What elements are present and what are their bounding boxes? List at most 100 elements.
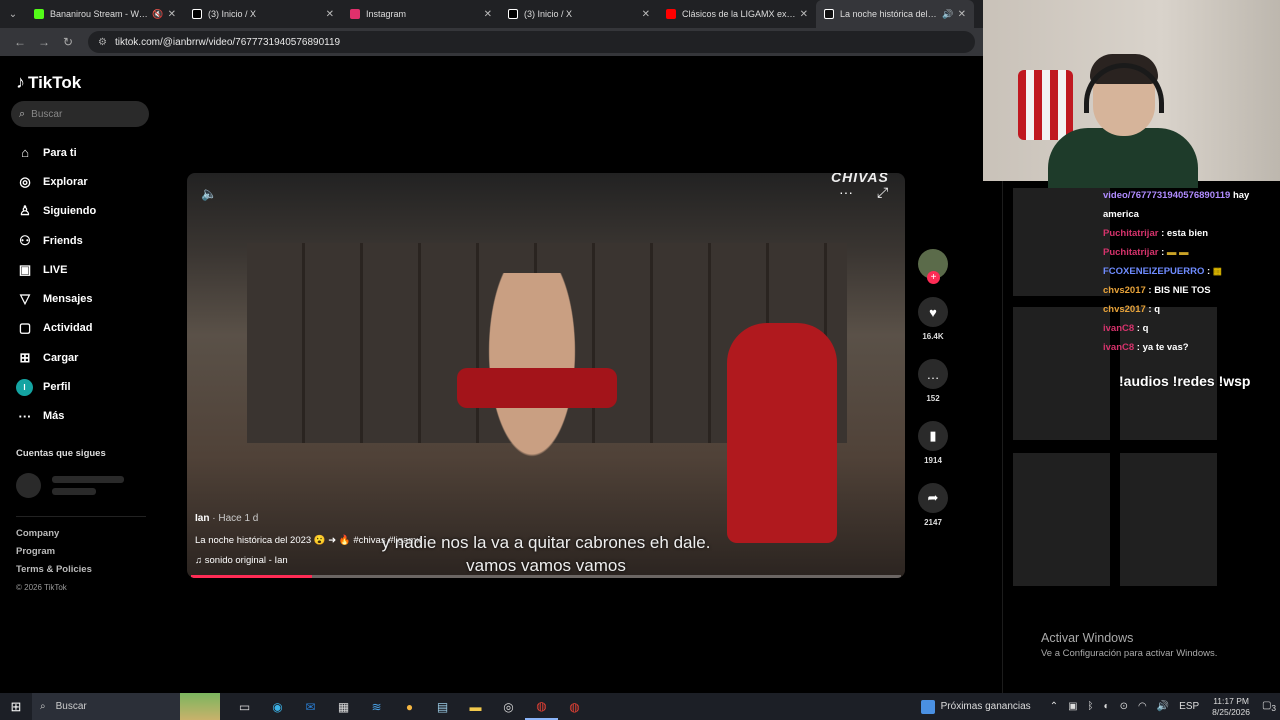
forward-icon[interactable]: → <box>32 35 56 49</box>
reload-icon[interactable]: ↻ <box>56 35 80 49</box>
browser-tab[interactable]: (3) Inicio / X ✕ <box>500 0 658 28</box>
sidebar-item-perfil[interactable]: I Perfil <box>16 372 146 401</box>
bluetooth-icon[interactable]: ᛒ <box>1088 701 1094 712</box>
video-frame-shirt <box>457 368 617 408</box>
home-icon: ⌂ <box>21 145 29 161</box>
tab-close-icon[interactable]: ✕ <box>168 9 176 20</box>
save-button[interactable]: ▮ <box>918 421 948 451</box>
more-icon: ··· <box>18 408 32 424</box>
clock[interactable]: 11:17 PM 8/25/2026 <box>1212 696 1250 718</box>
sidebar-item-actividad[interactable]: ▢ Actividad <box>16 314 146 343</box>
fullscreen-icon[interactable]: ⤢ <box>877 184 888 201</box>
notepad-icon[interactable]: ▤ <box>426 693 459 720</box>
volume-icon[interactable]: 🔊 <box>1157 701 1169 712</box>
like-button[interactable]: ♥ <box>918 297 948 327</box>
browser-tab[interactable]: Clásicos de la LIGAMX explicad ✕ <box>658 0 816 28</box>
browser-tab[interactable]: (3) Inicio / X ✕ <box>184 0 342 28</box>
instagram-favicon-icon <box>350 9 360 19</box>
tab-close-icon[interactable]: ✕ <box>800 9 808 20</box>
taskbar-search[interactable]: ⌕ Buscar <box>32 693 180 720</box>
sidebar-menu: ⌂ Para ti ◎ Explorar ♙ Siguiendo ⚇ Friends ▣… <box>16 138 146 431</box>
browser-tab-active[interactable]: La noche histórica del 2023 🔊 ✕ <box>816 0 974 28</box>
chrome-icon[interactable]: ◍ <box>525 693 558 720</box>
share-button[interactable]: ➦ <box>918 483 948 513</box>
chrome-icon[interactable]: ◍ <box>558 693 591 720</box>
notifications-icon[interactable]: ▢3 <box>1258 700 1280 713</box>
wifi-icon[interactable]: ◠ <box>1138 701 1147 712</box>
language-indicator[interactable]: ESP <box>1179 701 1199 712</box>
video-player[interactable]: CHIVAS 🔈 ··· ⤢ Ian · Hace 1 d La noche h… <box>187 173 905 578</box>
tiktok-logo[interactable]: ♪ TikTok <box>16 72 81 93</box>
chevron-up-icon[interactable]: ⌃ <box>1050 701 1058 712</box>
sidebar-item-friends[interactable]: ⚇ Friends <box>16 226 146 255</box>
video-progress-bar[interactable] <box>191 575 901 578</box>
tab-close-icon[interactable]: ✕ <box>958 9 966 20</box>
site-info-icon[interactable]: ⚙ <box>98 37 107 48</box>
vscode-icon[interactable]: ≋ <box>360 693 393 720</box>
footer-link-company[interactable]: Company <box>16 525 92 543</box>
search-highlight-image[interactable] <box>180 693 220 720</box>
address-bar-row: ← → ↻ ⚙ tiktok.com/@ianbrrw/video/767773… <box>0 28 983 56</box>
sidebar-item-siguiendo[interactable]: ♙ Siguiendo <box>16 197 146 226</box>
volume-icon[interactable]: 🔈 <box>201 186 217 202</box>
creator-avatar[interactable]: + <box>918 249 948 284</box>
app-icon[interactable]: ● <box>393 693 426 720</box>
like-count: 16.4K <box>922 332 944 341</box>
file-explorer-icon[interactable]: ▬ <box>459 693 492 720</box>
chat-text: q <box>1142 323 1149 334</box>
tab-close-icon[interactable]: ✕ <box>326 9 334 20</box>
tab-title: (3) Inicio / X <box>524 9 573 19</box>
task-view-icon[interactable]: ▭ <box>228 693 261 720</box>
tray-app-icon[interactable]: ▣ <box>1068 701 1077 712</box>
news-widget[interactable]: Próximas ganancias <box>920 699 1031 714</box>
sidebar-item-label: Mensajes <box>43 293 93 306</box>
sidebar-item-explorar[interactable]: ◎ Explorar <box>16 167 146 196</box>
discord-icon[interactable]: ◐ <box>1104 701 1110 712</box>
sidebar-item-mas[interactable]: ··· Más <box>16 402 146 431</box>
webcam-body <box>1048 128 1198 188</box>
sidebar-item-cargar[interactable]: ⊞ Cargar <box>16 343 146 372</box>
footer-link-program[interactable]: Program <box>16 543 92 561</box>
network-icon[interactable]: ⊙ <box>1120 701 1128 712</box>
chat-text: q <box>1154 304 1161 315</box>
follow-plus-icon[interactable]: + <box>927 271 940 284</box>
bookmark-icon: ▮ <box>929 428 937 443</box>
author-name[interactable]: Ian <box>195 513 209 524</box>
browser-tab[interactable]: Instagram ✕ <box>342 0 500 28</box>
chat-text: ▦ <box>1212 266 1222 277</box>
tab-muted-icon[interactable]: 🔇 <box>152 9 163 20</box>
chat-message: FCOXENEIZEPUERRO : ▦ <box>1103 266 1222 277</box>
sidebar-item-label: Perfil <box>43 381 71 394</box>
video-author[interactable]: Ian · Hace 1 d <box>195 513 258 524</box>
stream-overlay: video/7677731940576890119 hay america Pu… <box>983 0 1280 693</box>
sidebar-item-mensajes[interactable]: ▽ Mensajes <box>16 284 146 313</box>
obs-icon[interactable]: ◎ <box>492 693 525 720</box>
footer-link-terms[interactable]: Terms & Policies <box>16 561 92 579</box>
windows-start-icon[interactable]: ⊞ <box>0 699 32 715</box>
address-bar[interactable]: ⚙ tiktok.com/@ianbrrw/video/767773194057… <box>88 31 975 53</box>
sidebar-item-live[interactable]: ▣ LIVE <box>16 255 146 284</box>
comment-button[interactable]: … <box>918 359 948 389</box>
pinned-apps: ▭ ◉ ✉ ▦ ≋ ● ▤ ▬ ◎ ◍ ◍ <box>228 693 591 720</box>
divider <box>1002 181 1003 693</box>
tab-close-icon[interactable]: ✕ <box>642 9 650 20</box>
tab-audio-icon[interactable]: 🔊 <box>942 9 953 20</box>
browser-tab[interactable]: Bananirou Stream - Watch 🔇 ✕ <box>26 0 184 28</box>
overlay-tile <box>1013 307 1110 440</box>
tab-title: Bananirou Stream - Watch <box>50 9 149 19</box>
subtitle-line: y nadie nos la va a quitar cabrones eh d… <box>381 533 711 552</box>
tab-search-button[interactable]: ⌄ <box>0 0 26 28</box>
outlook-icon[interactable]: ✉ <box>294 693 327 720</box>
video-progress-fill <box>191 575 312 578</box>
tab-close-icon[interactable]: ✕ <box>484 9 492 20</box>
back-icon[interactable]: ← <box>8 35 32 49</box>
youtube-favicon-icon <box>666 9 676 19</box>
sidebar-item-label: LIVE <box>43 263 68 276</box>
more-options-icon[interactable]: ··· <box>839 184 853 200</box>
sidebar-item-para-ti[interactable]: ⌂ Para ti <box>16 138 146 167</box>
search-input[interactable]: ⌕ Buscar <box>11 101 149 127</box>
store-icon[interactable]: ▦ <box>327 693 360 720</box>
windows-activation-watermark: Activar Windows Ve a Configuración para … <box>1041 631 1217 659</box>
edge-icon[interactable]: ◉ <box>261 693 294 720</box>
browser-tab-bar: ⌄ Bananirou Stream - Watch 🔇 ✕ (3) Inici… <box>0 0 983 28</box>
